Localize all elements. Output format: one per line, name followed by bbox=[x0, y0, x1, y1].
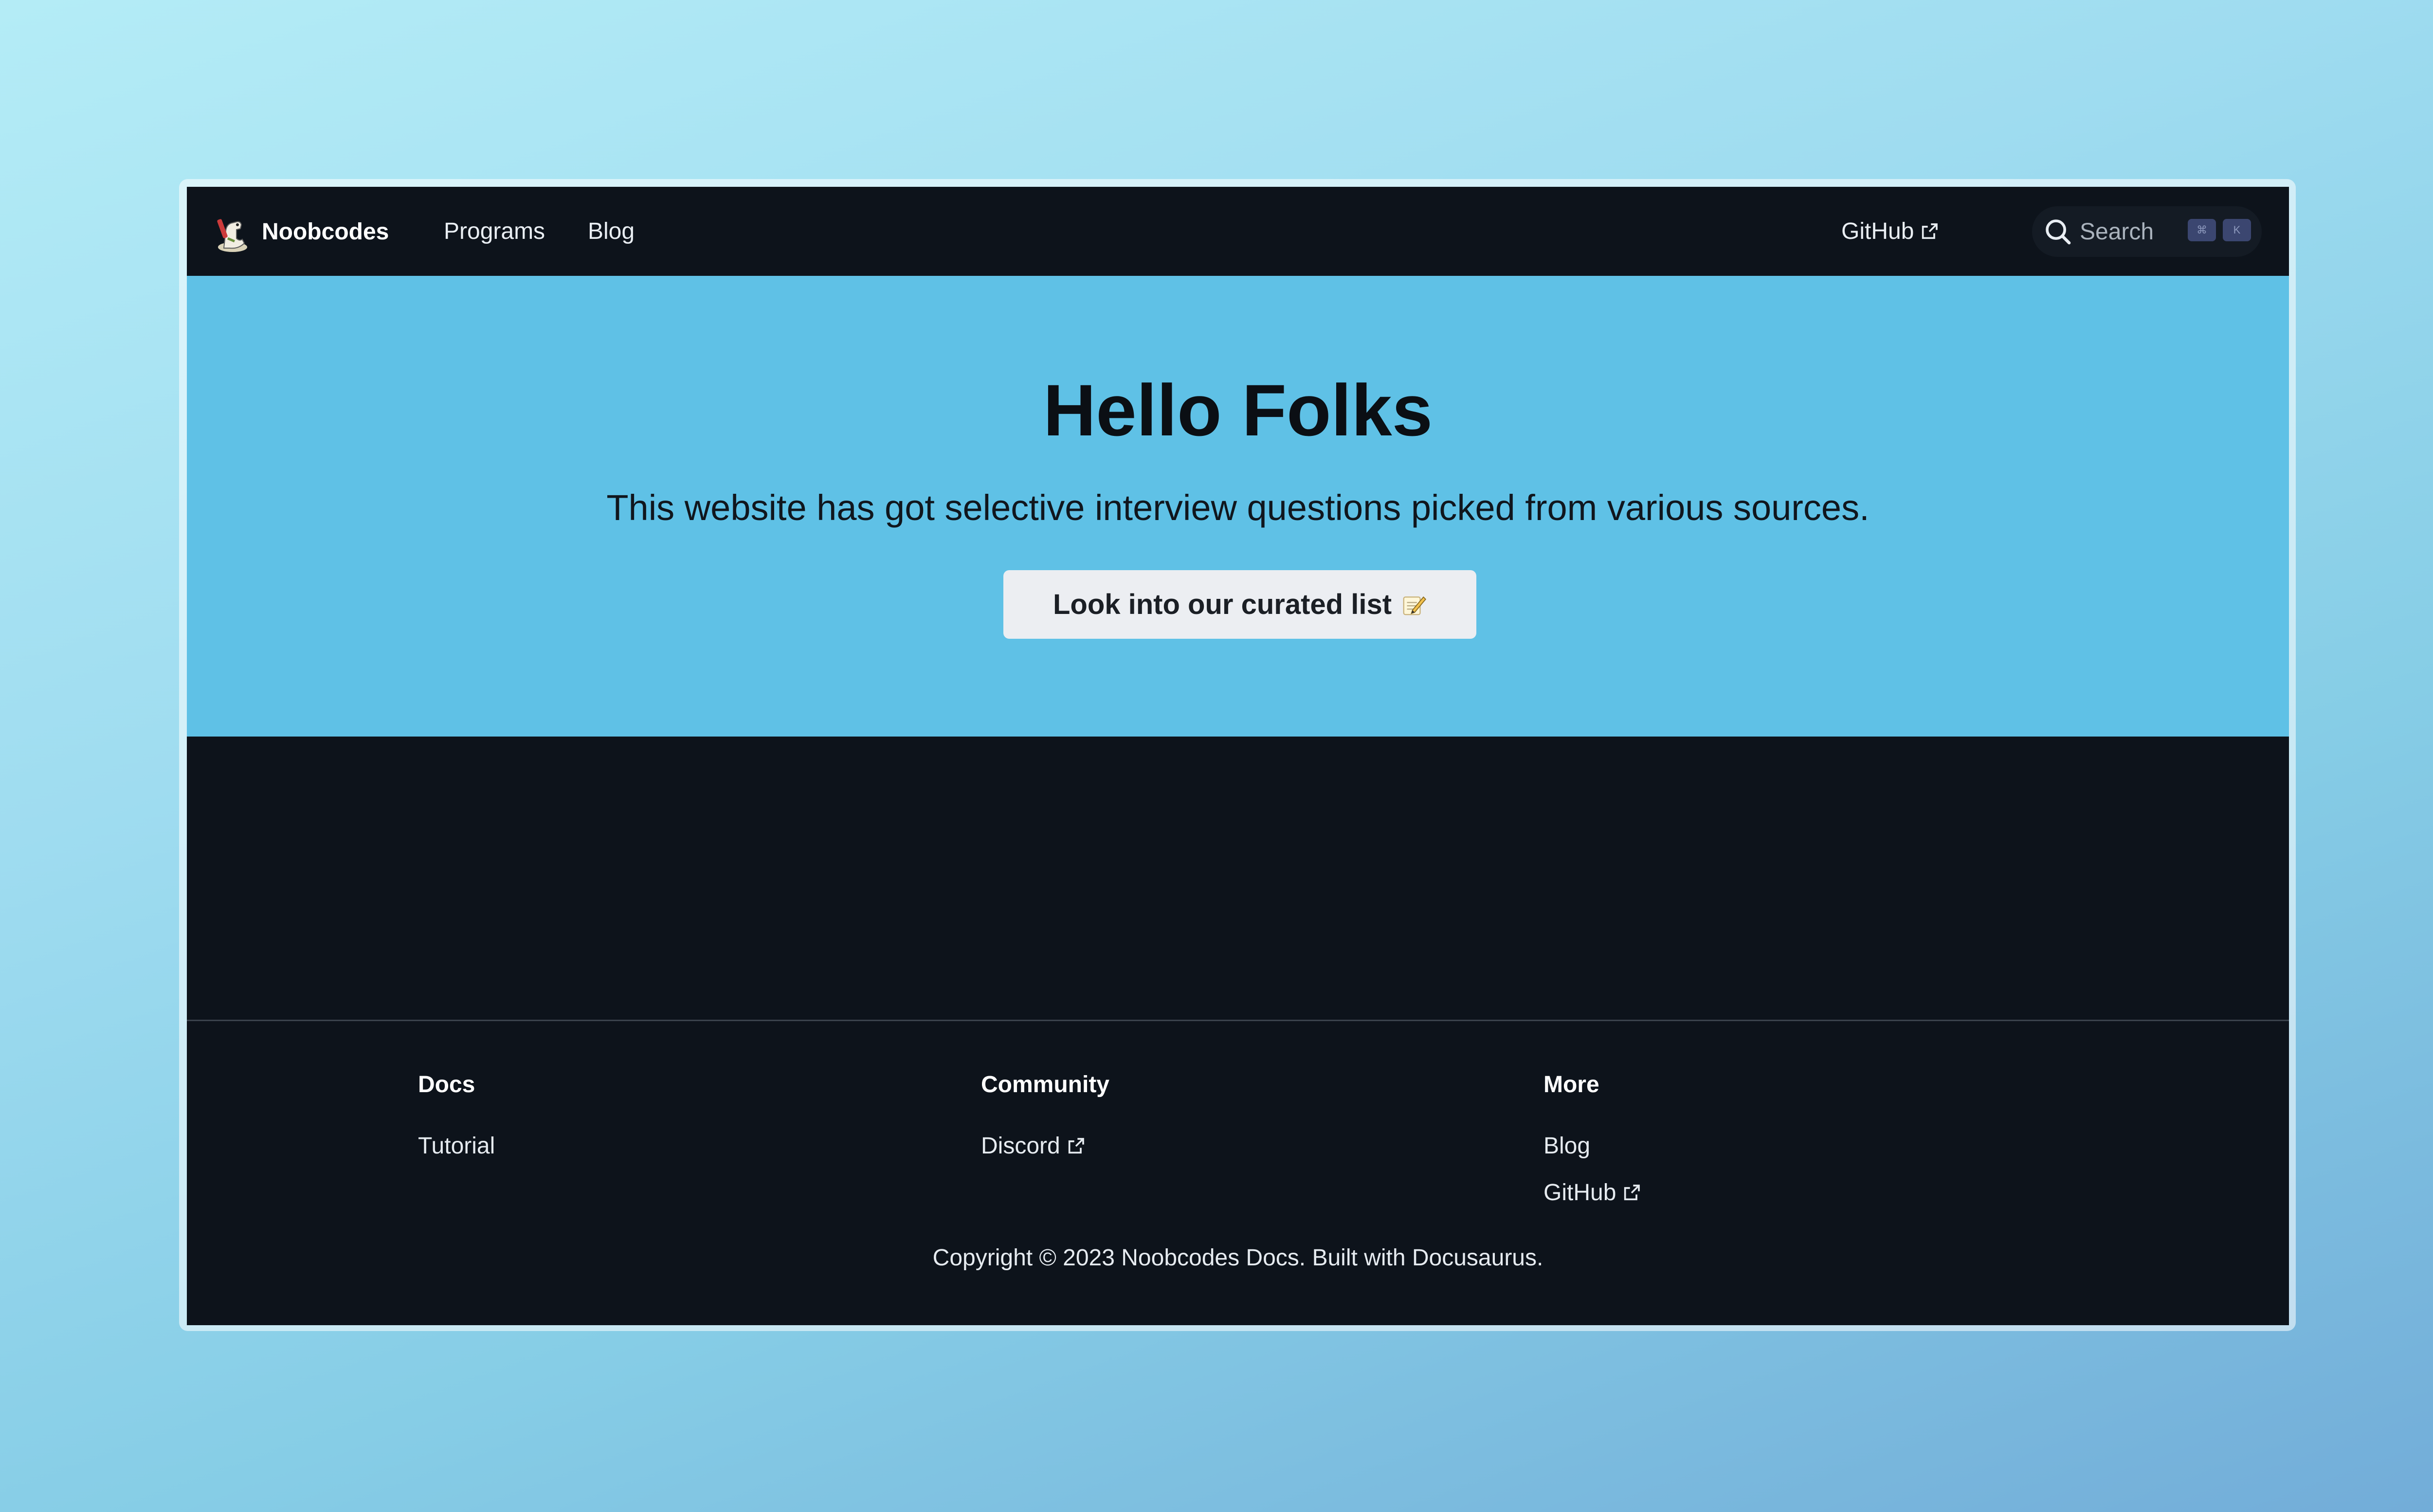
shortcut-key-cmd: ⌘ bbox=[2188, 219, 2216, 241]
hero-banner: Hello Folks This website has got selecti… bbox=[187, 276, 2289, 737]
external-link-icon bbox=[1922, 223, 1938, 239]
brand-name: Noobcodes bbox=[262, 218, 389, 245]
footer-heading-docs: Docs bbox=[418, 1072, 475, 1098]
curated-list-button[interactable]: Look into our curated list bbox=[1003, 570, 1476, 639]
footer-link-github[interactable]: GitHub bbox=[1543, 1177, 1641, 1208]
footer-heading-community: Community bbox=[981, 1072, 1109, 1098]
hero-subtitle: This website has got selective interview… bbox=[606, 487, 1870, 528]
hero-title: Hello Folks bbox=[1043, 369, 1433, 451]
nav-github-label: GitHub bbox=[1841, 218, 1914, 244]
nav-link-github[interactable]: GitHub bbox=[1841, 187, 1939, 276]
footer-link-github-label: GitHub bbox=[1543, 1180, 1616, 1206]
search-button[interactable]: Search ⌘ K bbox=[2032, 206, 2262, 257]
brand-link[interactable]: Noobcodes bbox=[215, 209, 389, 254]
footer-heading-more: More bbox=[1543, 1072, 1599, 1098]
nav-link-programs[interactable]: Programs bbox=[444, 187, 545, 276]
footer-copyright: Copyright © 2023 Noobcodes Docs. Built w… bbox=[932, 1245, 1543, 1271]
footer-link-tutorial-label: Tutorial bbox=[418, 1133, 495, 1159]
browser-window: Noobcodes Programs Blog GitHub Search ⌘ … bbox=[187, 187, 2289, 1325]
shortcut-key-k: K bbox=[2223, 219, 2251, 241]
footer-link-blog-label: Blog bbox=[1543, 1133, 1591, 1159]
footer-link-discord-label: Discord bbox=[981, 1133, 1060, 1159]
external-link-icon bbox=[1624, 1185, 1640, 1201]
curated-list-button-label: Look into our curated list bbox=[1053, 589, 1392, 620]
navbar: Noobcodes Programs Blog GitHub Search ⌘ … bbox=[187, 187, 2289, 276]
external-link-icon bbox=[1068, 1138, 1084, 1154]
search-placeholder: Search bbox=[2080, 218, 2154, 245]
footer-link-blog[interactable]: Blog bbox=[1543, 1131, 1641, 1162]
footer-column-docs: Docs Tutorial bbox=[418, 1069, 495, 1162]
footer-divider bbox=[187, 1020, 2289, 1021]
nav-link-blog[interactable]: Blog bbox=[588, 187, 635, 276]
memo-icon bbox=[1403, 596, 1426, 615]
search-icon bbox=[2046, 219, 2071, 245]
dinosaur-logo-icon bbox=[215, 209, 252, 254]
footer-link-discord[interactable]: Discord bbox=[981, 1131, 1109, 1162]
footer-column-community: Community Discord bbox=[981, 1069, 1109, 1162]
footer-column-more: More Blog GitHub bbox=[1543, 1069, 1641, 1208]
footer-link-tutorial[interactable]: Tutorial bbox=[418, 1131, 495, 1162]
